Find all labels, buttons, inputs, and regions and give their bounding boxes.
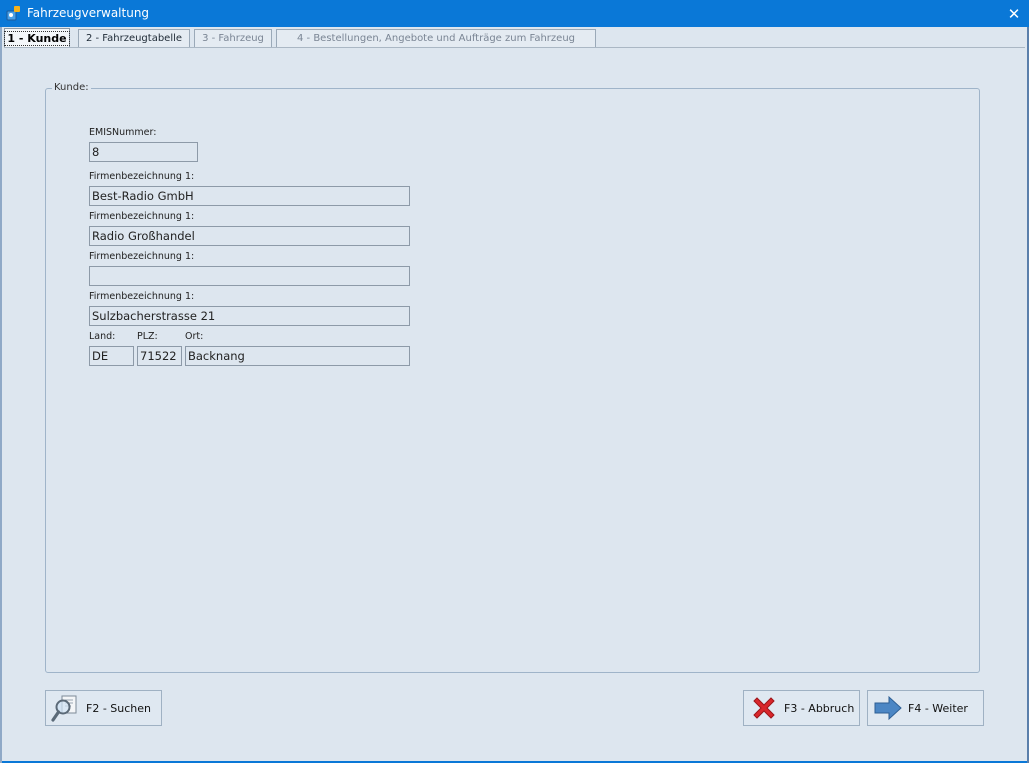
window-border-left — [0, 27, 2, 763]
next-button[interactable]: F4 - Weiter — [867, 690, 984, 726]
firma4-label: Firmenbezeichnung 1: — [89, 291, 195, 302]
red-x-icon — [748, 692, 780, 724]
title-bar: Fahrzeugverwaltung ✕ — [0, 0, 1029, 27]
emis-label: EMISNummer: — [89, 127, 157, 138]
tab-divider — [4, 47, 1025, 48]
search-button[interactable]: F2 - Suchen — [45, 690, 162, 726]
kunde-group-title: Kunde: — [52, 82, 91, 93]
firma1-label: Firmenbezeichnung 1: — [89, 171, 195, 182]
firma2-field[interactable]: Radio Großhandel — [89, 226, 410, 246]
emis-field[interactable]: 8 — [89, 142, 198, 162]
tab-kunde-label: 1 - Kunde — [4, 30, 70, 46]
firma3-label: Firmenbezeichnung 1: — [89, 251, 195, 262]
plz-field[interactable]: 71522 — [137, 346, 182, 366]
window-title: Fahrzeugverwaltung — [27, 6, 150, 20]
ort-label: Ort: — [185, 331, 204, 342]
ort-field[interactable]: Backnang — [185, 346, 410, 366]
tab-kunde[interactable]: 1 - Kunde — [4, 28, 70, 47]
close-button[interactable]: ✕ — [999, 0, 1029, 27]
plz-label: PLZ: — [137, 331, 158, 342]
tab-bestellungen-label: 4 - Bestellungen, Angebote und Aufträge … — [296, 33, 576, 44]
cancel-button[interactable]: F3 - Abbruch — [743, 690, 860, 726]
firma2-label: Firmenbezeichnung 1: — [89, 211, 195, 222]
land-label: Land: — [89, 331, 116, 342]
magnifier-icon — [50, 692, 82, 724]
arrow-right-icon — [872, 692, 904, 724]
app-icon — [6, 5, 22, 21]
firma1-field[interactable]: Best-Radio GmbH — [89, 186, 410, 206]
tab-fahrzeug-label: 3 - Fahrzeug — [202, 33, 264, 44]
app-window: Fahrzeugverwaltung ✕ 1 - Kunde 2 - Fahrz… — [0, 0, 1029, 763]
land-field[interactable]: DE — [89, 346, 134, 366]
tab-fahrzeugtabelle-label: 2 - Fahrzeugtabelle — [85, 33, 183, 44]
tab-fahrzeugtabelle[interactable]: 2 - Fahrzeugtabelle — [78, 29, 190, 47]
cancel-button-label: F3 - Abbruch — [784, 701, 855, 715]
next-button-label: F4 - Weiter — [908, 701, 968, 715]
search-button-label: F2 - Suchen — [86, 701, 152, 715]
tab-bestellungen[interactable]: 4 - Bestellungen, Angebote und Aufträge … — [276, 29, 596, 47]
firma3-field[interactable] — [89, 266, 410, 286]
tab-fahrzeug[interactable]: 3 - Fahrzeug — [194, 29, 272, 47]
firma4-field[interactable]: Sulzbacherstrasse 21 — [89, 306, 410, 326]
